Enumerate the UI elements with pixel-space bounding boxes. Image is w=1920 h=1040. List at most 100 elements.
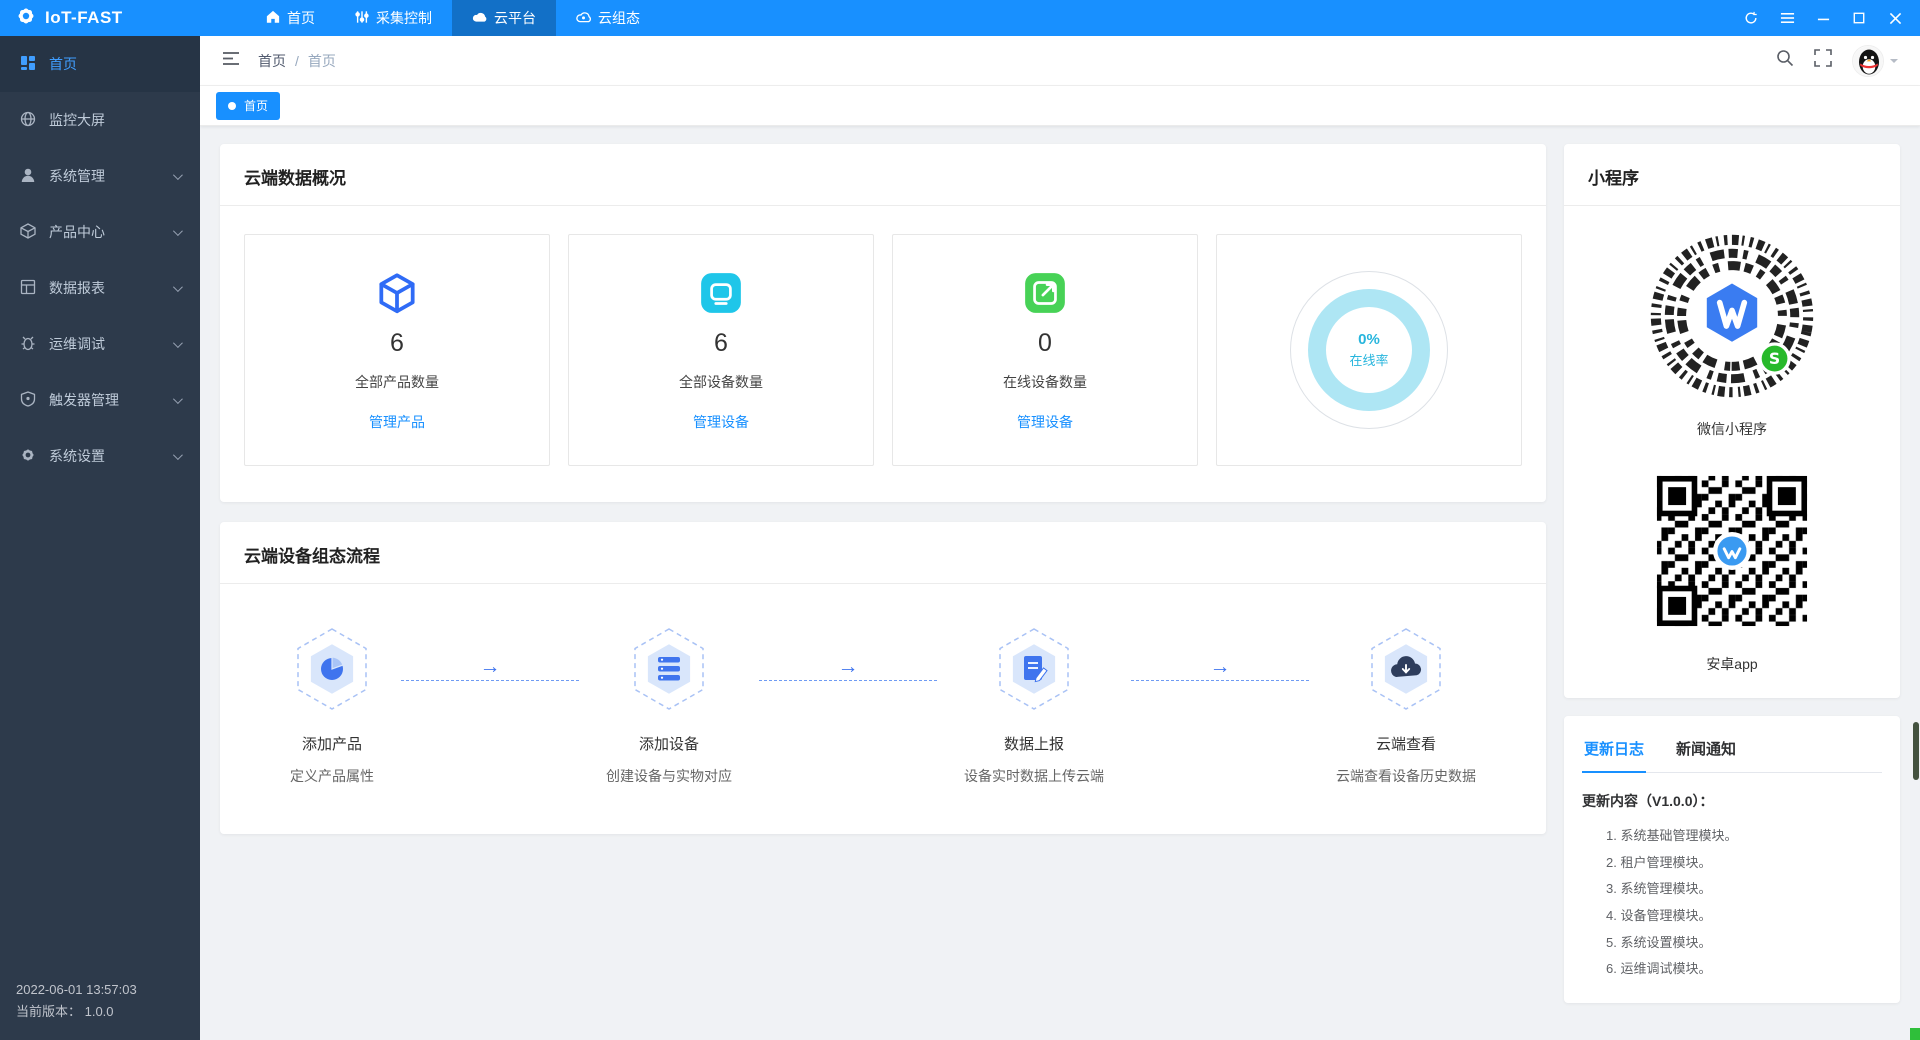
tab-news-notice[interactable]: 新闻通知 [1674, 728, 1738, 772]
product-icon [20, 222, 36, 242]
sidebar-item-monitor-screen[interactable]: 监控大屏 [0, 92, 200, 148]
device-icon [698, 269, 744, 317]
wechat-miniprogram-label: 微信小程序 [1697, 421, 1767, 437]
tab-update-log[interactable]: 更新日志 [1582, 728, 1647, 773]
chevron-down-icon [172, 393, 183, 404]
sidebar-item-ops-debug[interactable]: 运维调试 [0, 316, 200, 372]
changelog-item: 1. 系统基础管理模块。 [1606, 828, 1738, 843]
topnav-cloud-config[interactable]: 云组态 [556, 0, 660, 36]
chevron-down-icon [172, 225, 183, 236]
topnav-home[interactable]: 首页 [246, 0, 335, 36]
changelog-item: 4. 设备管理模块。 [1606, 907, 1712, 923]
changelog-item: 2. 租户管理模块。 [1606, 854, 1712, 870]
flow-step-title: 添加产品 [301, 736, 362, 753]
topbar: IoT-FAST 首页 采集控制 云平台 云组态 [0, 0, 1920, 36]
stat-value: 0 [1038, 328, 1052, 357]
breadcrumb-item[interactable]: 首页 [258, 51, 286, 71]
gear-logo-icon [16, 6, 36, 31]
maximize-button[interactable] [1844, 4, 1874, 32]
product-cube-icon [374, 269, 420, 317]
fullscreen-icon[interactable] [1814, 49, 1832, 72]
online-device-icon [1022, 269, 1068, 317]
minimize-button[interactable] [1808, 4, 1838, 32]
stat-card-devices: 6 全部设备数量 管理设备 [568, 234, 874, 466]
breadcrumb-item: 首页 [307, 52, 336, 69]
chevron-down-icon [172, 169, 183, 180]
user-menu[interactable] [1852, 44, 1898, 77]
dashed-connector [1131, 680, 1309, 681]
topnav-cloud-platform[interactable]: 云平台 [452, 0, 556, 36]
chevron-down-icon [1890, 58, 1898, 67]
cloud-data-overview-card: 云端数据概况 6 全部产品数量 管理产品 6 全部设备数量 管理设备 0 在线设… [220, 144, 1546, 502]
user-icon [20, 167, 36, 186]
flow-step-add-product: 添加产品 定义产品属性 [290, 626, 374, 786]
cloud-platform-icon [472, 10, 487, 26]
svg-text:S: S [1769, 349, 1780, 368]
breadcrumb-separator: / [295, 52, 299, 69]
main-header: 首页 / 首页 [200, 36, 1920, 86]
flow-step-data-report: 数据上报 设备实时数据上传云端 [964, 626, 1104, 786]
cloud-view-icon [1367, 626, 1445, 717]
manage-devices-link[interactable]: 管理设备 [1017, 412, 1073, 432]
sidebar-item-home[interactable]: 首页 [0, 36, 200, 92]
sidebar-item-data-report[interactable]: 数据报表 [0, 260, 200, 316]
flow-arrow: → [740, 656, 956, 681]
overview-card-title: 云端数据概况 [220, 144, 1546, 206]
flow-step-desc: 定义产品属性 [290, 768, 374, 784]
data-report-icon [995, 626, 1073, 717]
sidebar-item-trigger-management[interactable]: 触发器管理 [0, 372, 200, 428]
chevron-down-icon [172, 337, 183, 348]
miniprogram-card-title: 小程序 [1564, 144, 1900, 206]
changelog-heading: 更新内容（V1.0.0）： [1582, 793, 1714, 809]
chevron-down-icon [172, 281, 183, 292]
refresh-button[interactable] [1736, 4, 1766, 32]
arrow-right-icon: → [837, 655, 859, 678]
android-app-qr-code [1648, 467, 1816, 640]
close-button[interactable] [1880, 4, 1910, 32]
avatar[interactable] [1852, 44, 1884, 77]
miniprogram-card: 小程序 S 微信小程序 安卓app [1564, 144, 1900, 698]
stat-value: 6 [390, 328, 404, 357]
flow-step-desc: 云端查看设备历史数据 [1336, 768, 1476, 784]
menu-button[interactable] [1772, 4, 1802, 32]
device-flow-card: 云端设备组态流程 添加产品 定义产品属性 → 添加设备 创建设备与实物对应 → … [220, 522, 1546, 834]
current-datetime: 2022-06-01 13:57:03 [16, 981, 137, 997]
stat-label: 全部设备数量 [679, 373, 763, 390]
app-logo: IoT-FAST [0, 6, 200, 31]
sidebar-item-product-center[interactable]: 产品中心 [0, 204, 200, 260]
home-icon [266, 10, 280, 27]
stat-value: 6 [714, 328, 728, 357]
flow-step-desc: 设备实时数据上传云端 [964, 768, 1104, 784]
search-icon[interactable] [1776, 49, 1794, 72]
stat-label: 在线设备数量 [1003, 373, 1087, 390]
flow-arrow: → [1112, 656, 1328, 681]
manage-products-link[interactable]: 管理产品 [369, 412, 425, 432]
changelog-list: 1. 系统基础管理模块。 2. 租户管理模块。 3. 系统管理模块。 4. 设备… [1582, 823, 1882, 983]
stat-card-products: 6 全部产品数量 管理产品 [244, 234, 550, 466]
app-window: IoT-FAST 首页 采集控制 云平台 云组态 首页 监控大屏 系统管理 产品… [0, 0, 1920, 1040]
tab-bar: 首页 [200, 86, 1920, 126]
flow-step-add-device: 添加设备 创建设备与实物对应 [606, 626, 732, 786]
changelog-item: 5. 系统设置模块。 [1606, 934, 1712, 950]
changelog-tabs: 更新日志 新闻通知 [1582, 716, 1882, 773]
arrow-right-icon: → [479, 655, 501, 678]
manage-devices-link[interactable]: 管理设备 [693, 412, 749, 432]
app-title: IoT-FAST [45, 8, 123, 27]
scrollbar-track[interactable] [1910, 36, 1920, 1040]
tab-home[interactable]: 首页 [216, 91, 281, 120]
chevron-down-icon [172, 449, 183, 460]
sidebar-collapse-icon[interactable] [222, 51, 240, 71]
flow-step-desc: 创建设备与实物对应 [606, 768, 732, 784]
collect-control-icon [355, 10, 369, 27]
dashed-connector [401, 680, 579, 681]
topnav-collect-control[interactable]: 采集控制 [335, 0, 452, 36]
breadcrumb: 首页 / 首页 [258, 51, 336, 71]
window-controls [1736, 4, 1920, 32]
sidebar-item-system-management[interactable]: 系统管理 [0, 148, 200, 204]
scrollbar-thumb[interactable] [1913, 722, 1919, 780]
sidebar-item-system-settings[interactable]: 系统设置 [0, 428, 200, 484]
trigger-icon [20, 390, 36, 410]
flow-step-title: 添加设备 [638, 736, 699, 753]
arrow-right-icon: → [1209, 655, 1231, 678]
stat-label: 全部产品数量 [355, 373, 439, 390]
